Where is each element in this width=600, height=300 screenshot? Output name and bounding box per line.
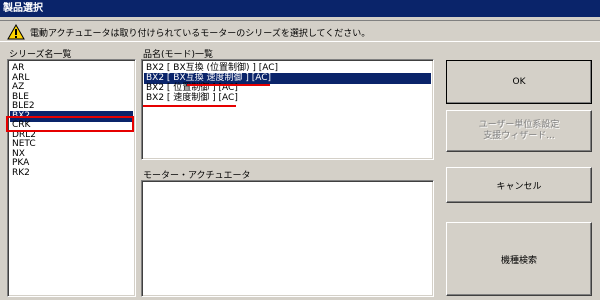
annotation-underline-1	[187, 84, 270, 86]
model-search-button[interactable]: 機種検索	[446, 222, 592, 296]
product-list-item[interactable]: BX2 [ 速度制御 ] [AC]	[144, 93, 431, 104]
unit-wizard-button[interactable]: ユーザー単位系設定 支援ウィザード...	[446, 110, 592, 152]
info-bar: 電動アクチュエータは取り付けられているモーターのシリーズを選択してください。	[0, 20, 600, 42]
window-title: 製品選択	[0, 0, 600, 17]
series-listbox[interactable]: AR ARL AZ BLE BLE2 BX2 CRK DRL2 NETC NX PKA RK2	[7, 59, 136, 297]
unit-wizard-label-line2: 支援ウィザード...	[483, 131, 555, 141]
series-list-item[interactable]: RK2	[10, 168, 133, 179]
product-listbox[interactable]: BX2 [ BX互換 (位置制御) ] [AC] BX2 [ BX互換 速度制御 …	[141, 59, 434, 160]
ok-button[interactable]: OK	[446, 60, 592, 104]
motor-actuator-panel	[141, 180, 434, 297]
info-message: 電動アクチュエータは取り付けられているモーターのシリーズを選択してください。	[30, 29, 371, 39]
annotation-highlight-box	[6, 116, 134, 132]
warning-icon	[7, 24, 25, 40]
annotation-underline-2	[143, 105, 236, 107]
cancel-button[interactable]: キャンセル	[446, 167, 592, 203]
unit-wizard-label-line1: ユーザー単位系設定	[478, 120, 560, 130]
